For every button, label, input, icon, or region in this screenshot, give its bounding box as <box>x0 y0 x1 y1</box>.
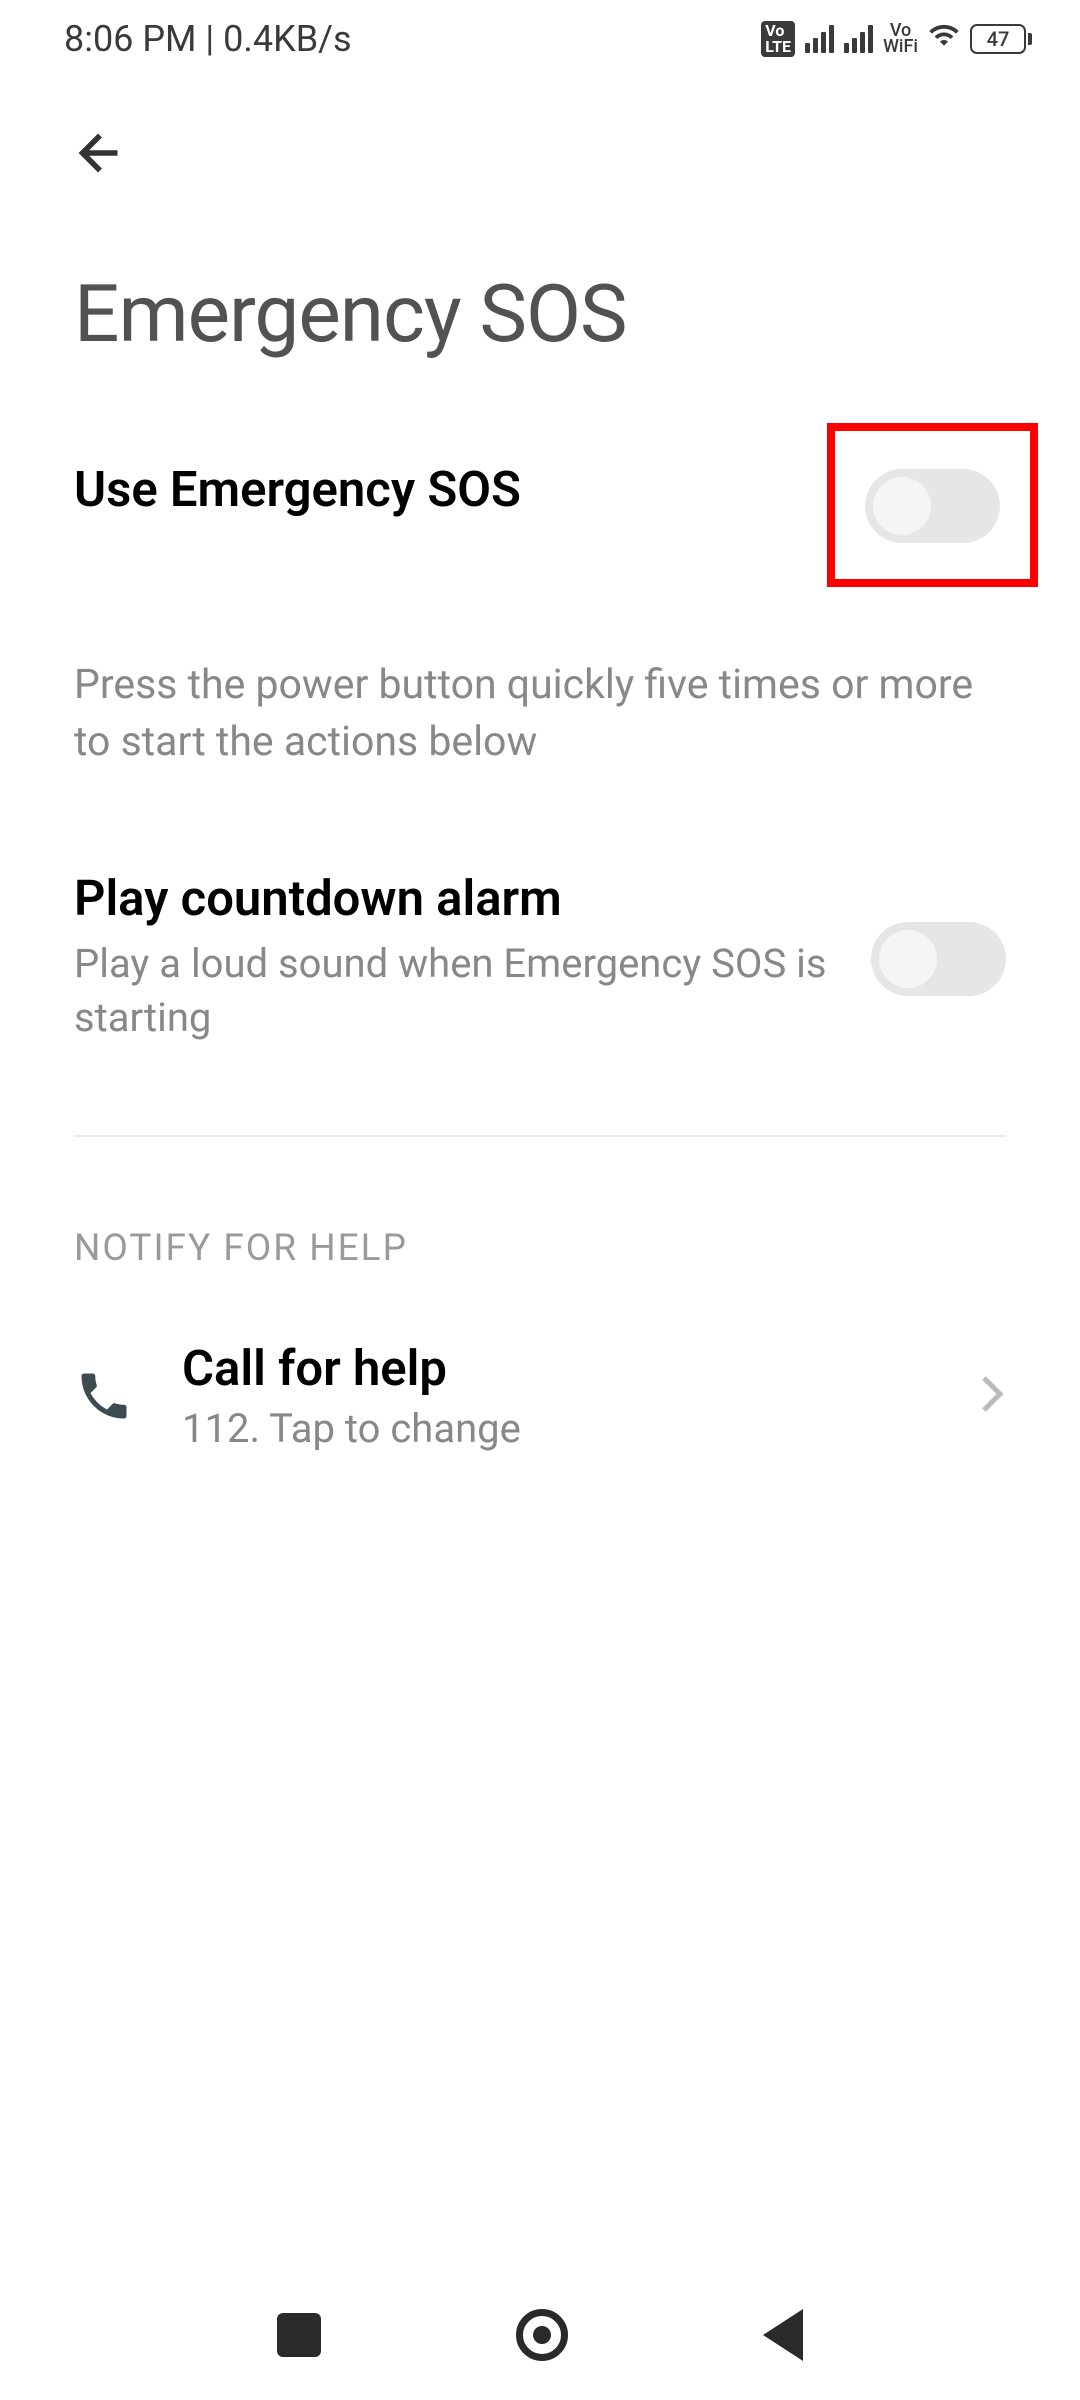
vowifi-icon: Vo WiFi <box>883 23 918 55</box>
highlight-box <box>827 423 1038 587</box>
signal-bars-icon-2 <box>844 25 873 53</box>
battery-icon: 47 <box>970 24 1032 54</box>
phone-icon <box>74 1366 134 1426</box>
call-for-help-row[interactable]: Call for help 112. Tap to change <box>0 1290 1080 1502</box>
home-button[interactable] <box>516 2309 568 2361</box>
navigation-bar <box>0 2270 1080 2400</box>
countdown-alarm-row[interactable]: Play countdown alarm Play a loud sound w… <box>0 810 1080 1055</box>
status-indicators: VoLTE Vo WiFi 47 <box>761 18 1032 60</box>
countdown-alarm-toggle[interactable] <box>871 922 1006 996</box>
use-emergency-sos-toggle[interactable] <box>865 469 1000 543</box>
back-button[interactable] <box>0 78 1080 187</box>
back-nav-button[interactable] <box>763 2309 803 2361</box>
notify-section-header: NOTIFY FOR HELP <box>0 1137 1080 1290</box>
recent-apps-button[interactable] <box>277 2313 321 2357</box>
arrow-left-icon <box>70 123 130 183</box>
use-emergency-sos-title: Use Emergency SOS <box>74 461 797 518</box>
use-emergency-sos-row[interactable]: Use Emergency SOS <box>0 421 1080 597</box>
status-time-speed: 8:06 PM | 0.4KB/s <box>64 18 352 60</box>
countdown-alarm-title: Play countdown alarm <box>74 870 841 927</box>
status-speed: 0.4KB/s <box>223 18 351 60</box>
page-title: Emergency SOS <box>0 187 1080 421</box>
status-time: 8:06 PM <box>64 18 197 60</box>
status-bar: 8:06 PM | 0.4KB/s VoLTE Vo WiFi 47 <box>0 0 1080 78</box>
call-for-help-subtitle: 112. Tap to change <box>182 1397 930 1452</box>
battery-level: 47 <box>970 24 1026 54</box>
call-for-help-title: Call for help <box>182 1340 930 1397</box>
chevron-right-icon <box>978 1370 1006 1422</box>
countdown-alarm-subtitle: Play a loud sound when Emergency SOS is … <box>74 927 841 1045</box>
volte-icon: VoLTE <box>761 21 795 57</box>
wifi-icon <box>928 18 960 60</box>
use-emergency-sos-description: Press the power button quickly five time… <box>0 597 1080 810</box>
signal-bars-icon <box>805 25 834 53</box>
